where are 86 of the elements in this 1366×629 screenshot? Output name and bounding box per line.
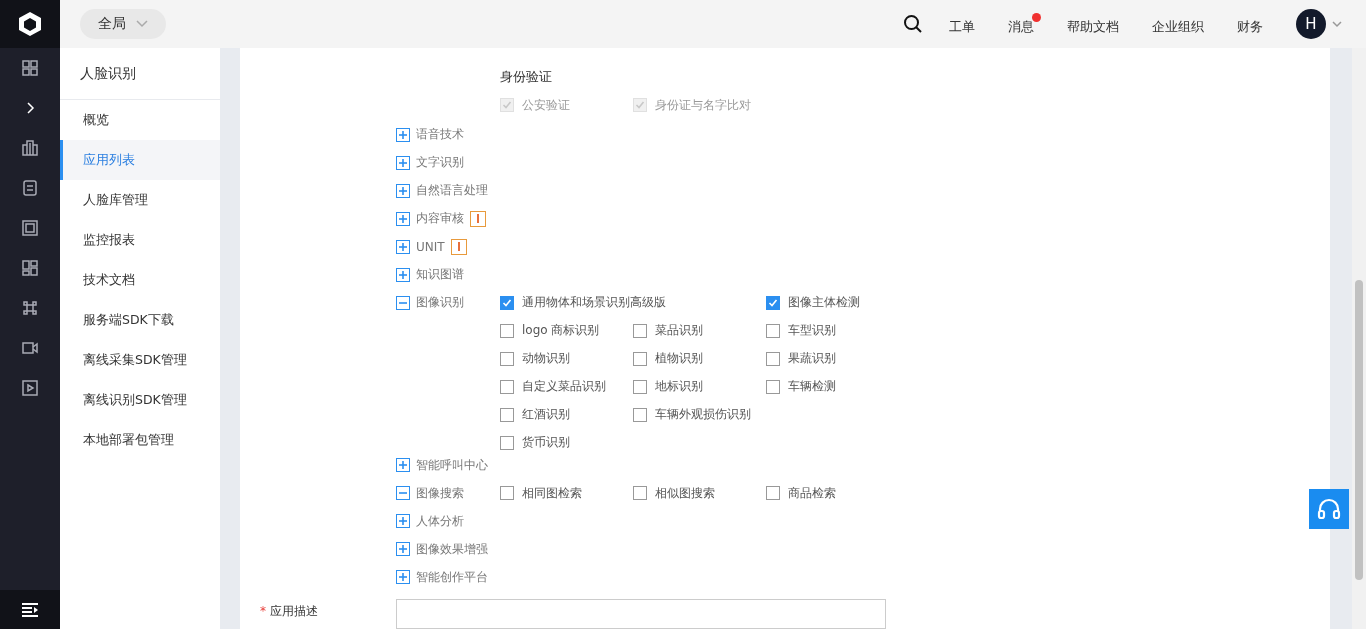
checkbox[interactable] [500, 486, 514, 500]
checkbox[interactable] [766, 295, 780, 310]
logo-icon[interactable] [18, 11, 42, 37]
option-label: 地标识别 [655, 378, 703, 396]
expand-icon[interactable] [396, 542, 410, 556]
category-label[interactable]: 智能呼叫中心 [416, 456, 488, 474]
building-icon[interactable] [21, 139, 39, 157]
option-label: 图像主体检测 [788, 294, 860, 312]
scope-dropdown[interactable]: 全局 [80, 9, 166, 39]
option-label: logo 商标识别 [522, 322, 600, 340]
option-label: 商品检索 [788, 484, 836, 502]
checkbox[interactable] [500, 295, 514, 310]
video-camera-icon[interactable] [21, 339, 39, 357]
checkbox[interactable] [500, 379, 514, 394]
category-label[interactable]: 人体分析 [416, 512, 464, 530]
checkbox[interactable] [633, 323, 647, 338]
expand-icon[interactable] [396, 183, 410, 198]
category-label[interactable]: 语音技术 [416, 126, 464, 144]
expand-icon[interactable] [396, 127, 410, 142]
option-label: 车型识别 [788, 322, 836, 340]
category-label[interactable]: 图像效果增强 [416, 540, 488, 558]
checkbox[interactable] [500, 351, 514, 366]
checkbox[interactable] [766, 351, 780, 366]
category-label[interactable]: 自然语言处理 [416, 182, 488, 200]
sidebar-item[interactable]: 应用列表 [60, 140, 220, 180]
expand-icon[interactable] [396, 211, 410, 226]
nav-link[interactable]: 财务 [1237, 12, 1270, 36]
category-label[interactable]: 文字识别 [416, 154, 464, 172]
support-button[interactable] [1309, 489, 1349, 529]
category-label[interactable]: 知识图谱 [416, 266, 464, 284]
grid-icon[interactable] [21, 59, 39, 77]
search-icon[interactable] [903, 14, 923, 34]
required-mark: * [260, 604, 266, 618]
expand-icon[interactable] [396, 267, 410, 282]
option-label: 车辆外观损伤识别 [655, 406, 751, 424]
checkbox[interactable] [500, 323, 514, 338]
category-label[interactable]: UNIT [416, 239, 445, 254]
nav-link[interactable]: 消息 [1008, 12, 1041, 36]
nav-link[interactable]: 帮助文档 [1067, 12, 1126, 36]
checkbox[interactable] [633, 486, 647, 500]
nav-link[interactable]: 企业组织 [1152, 12, 1211, 36]
expand-icon[interactable] [396, 458, 410, 472]
option-label: 红酒识别 [522, 406, 570, 424]
expand-icon[interactable] [396, 155, 410, 170]
category-label[interactable]: 内容审核 [416, 210, 464, 228]
expand-icon[interactable] [396, 514, 410, 528]
option-label: 货币识别 [522, 434, 570, 452]
option-label: 菜品识别 [655, 322, 703, 340]
category-label[interactable]: 图像搜索 [416, 484, 464, 502]
chevron-down-icon[interactable] [1332, 20, 1342, 28]
category-label[interactable]: 图像识别 [416, 294, 464, 312]
option-label: 身份证与名字比对 [655, 96, 751, 114]
checkbox[interactable] [766, 323, 780, 338]
collapse-icon[interactable] [396, 486, 410, 500]
option-label: 通用物体和场景识别高级版 [522, 294, 666, 312]
option-label: 果蔬识别 [788, 350, 836, 368]
frame-icon[interactable] [21, 219, 39, 237]
checkbox[interactable] [633, 351, 647, 366]
option-label: 相同图检索 [522, 484, 582, 502]
checkbox[interactable] [633, 379, 647, 394]
category-label[interactable]: 智能创作平台 [416, 568, 488, 586]
dashboard-icon[interactable] [21, 259, 39, 277]
chevron-down-icon [136, 20, 148, 28]
checkbox[interactable] [766, 486, 780, 500]
expand-icon[interactable] [396, 239, 410, 254]
avatar[interactable]: H [1296, 9, 1326, 39]
checkbox[interactable] [766, 379, 780, 394]
command-icon[interactable] [21, 299, 39, 317]
headset-icon [1316, 498, 1342, 520]
section-heading: 身份验证 [500, 68, 553, 86]
field-label: * 应用描述 [260, 603, 319, 620]
expand-icon[interactable] [396, 570, 410, 584]
option-label: 动物识别 [522, 350, 570, 368]
play-icon[interactable] [21, 379, 39, 397]
option-label: 相似图搜索 [655, 484, 715, 502]
option-label: 车辆检测 [788, 378, 836, 396]
option-label: 植物识别 [655, 350, 703, 368]
nav-link[interactable]: 工单 [949, 12, 982, 36]
checkbox[interactable] [500, 435, 514, 450]
option-label: 公安验证 [522, 96, 570, 114]
checkbox[interactable] [633, 407, 647, 422]
collapse-icon[interactable] [396, 295, 410, 310]
database-icon[interactable] [21, 179, 39, 197]
menu-icon[interactable] [21, 601, 39, 618]
checkbox[interactable] [500, 407, 514, 422]
option-label: 自定义菜品识别 [522, 378, 606, 396]
